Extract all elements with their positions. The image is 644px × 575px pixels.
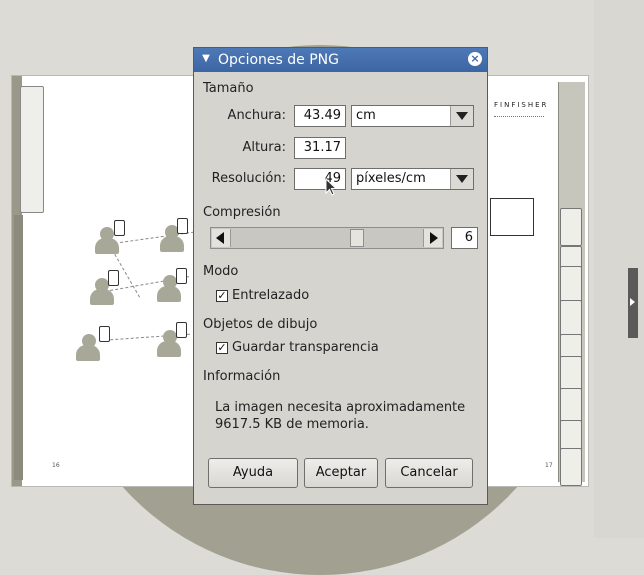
page-tab xyxy=(560,266,582,304)
slider-right-arrow-icon[interactable] xyxy=(423,229,442,247)
mode-section-heading: Modo xyxy=(203,264,239,279)
close-icon[interactable]: × xyxy=(468,52,482,66)
height-field[interactable]: 31.17 xyxy=(294,137,346,159)
cancel-button[interactable]: Cancelar xyxy=(385,458,473,488)
mouse-pointer-icon xyxy=(325,178,337,196)
dialog-titlebar[interactable]: ▼ Opciones de PNG × xyxy=(194,48,487,72)
information-section-heading: Información xyxy=(203,369,281,384)
slider-thumb[interactable] xyxy=(349,229,364,247)
width-label: Anchura: xyxy=(227,108,286,123)
width-unit-select[interactable]: cm xyxy=(351,105,474,127)
window-menu-icon[interactable]: ▼ xyxy=(200,53,212,65)
right-page-number: 17 xyxy=(545,462,553,469)
memory-info-text: La imagen necesita aproximadamente 9617.… xyxy=(215,399,465,433)
slider-left-arrow-icon[interactable] xyxy=(212,229,231,247)
logo-underline xyxy=(494,110,544,117)
page-tab xyxy=(560,208,582,246)
width-field[interactable]: 43.49 xyxy=(294,105,346,127)
drawing-objects-section-heading: Objetos de dibujo xyxy=(203,317,318,332)
left-page-number: 16 xyxy=(52,462,60,469)
transparency-label[interactable]: Guardar transparencia xyxy=(232,340,379,355)
chevron-down-icon[interactable] xyxy=(450,106,473,126)
compression-value-field[interactable]: 6 xyxy=(451,227,478,249)
size-section-heading: Tamaño xyxy=(203,81,254,96)
page-tab xyxy=(560,300,582,338)
expand-arrow-icon[interactable] xyxy=(630,298,635,306)
png-options-dialog: ▼ Opciones de PNG × Tamaño Anchura: 43.4… xyxy=(193,47,488,505)
help-button[interactable]: Ayuda xyxy=(208,458,298,488)
resolution-label: Resolución: xyxy=(211,171,286,186)
accept-button[interactable]: Aceptar xyxy=(304,458,378,488)
chevron-down-icon[interactable] xyxy=(450,169,473,189)
height-label: Altura: xyxy=(242,140,286,155)
info-line-1: La imagen necesita aproximadamente xyxy=(215,400,466,415)
finfisher-logo: FINFISHER xyxy=(494,101,549,109)
dialog-title: Opciones de PNG xyxy=(218,52,340,68)
diagram-callout xyxy=(490,198,534,236)
interlaced-checkbox[interactable]: ✓ xyxy=(216,290,228,302)
resolution-field[interactable]: 49 xyxy=(294,168,346,190)
transparency-checkbox[interactable]: ✓ xyxy=(216,342,228,354)
width-unit-value: cm xyxy=(356,108,376,123)
resolution-unit-value: píxeles/cm xyxy=(356,171,426,186)
info-line-2: 9617.5 KB de memoria. xyxy=(215,417,369,432)
resolution-unit-select[interactable]: píxeles/cm xyxy=(351,168,474,190)
page-left-tab xyxy=(20,86,44,213)
page-left-band xyxy=(14,215,23,480)
compression-section-heading: Compresión xyxy=(203,205,281,220)
page-tab xyxy=(560,448,582,486)
compression-slider[interactable] xyxy=(210,227,444,249)
interlaced-label[interactable]: Entrelazado xyxy=(232,288,309,303)
